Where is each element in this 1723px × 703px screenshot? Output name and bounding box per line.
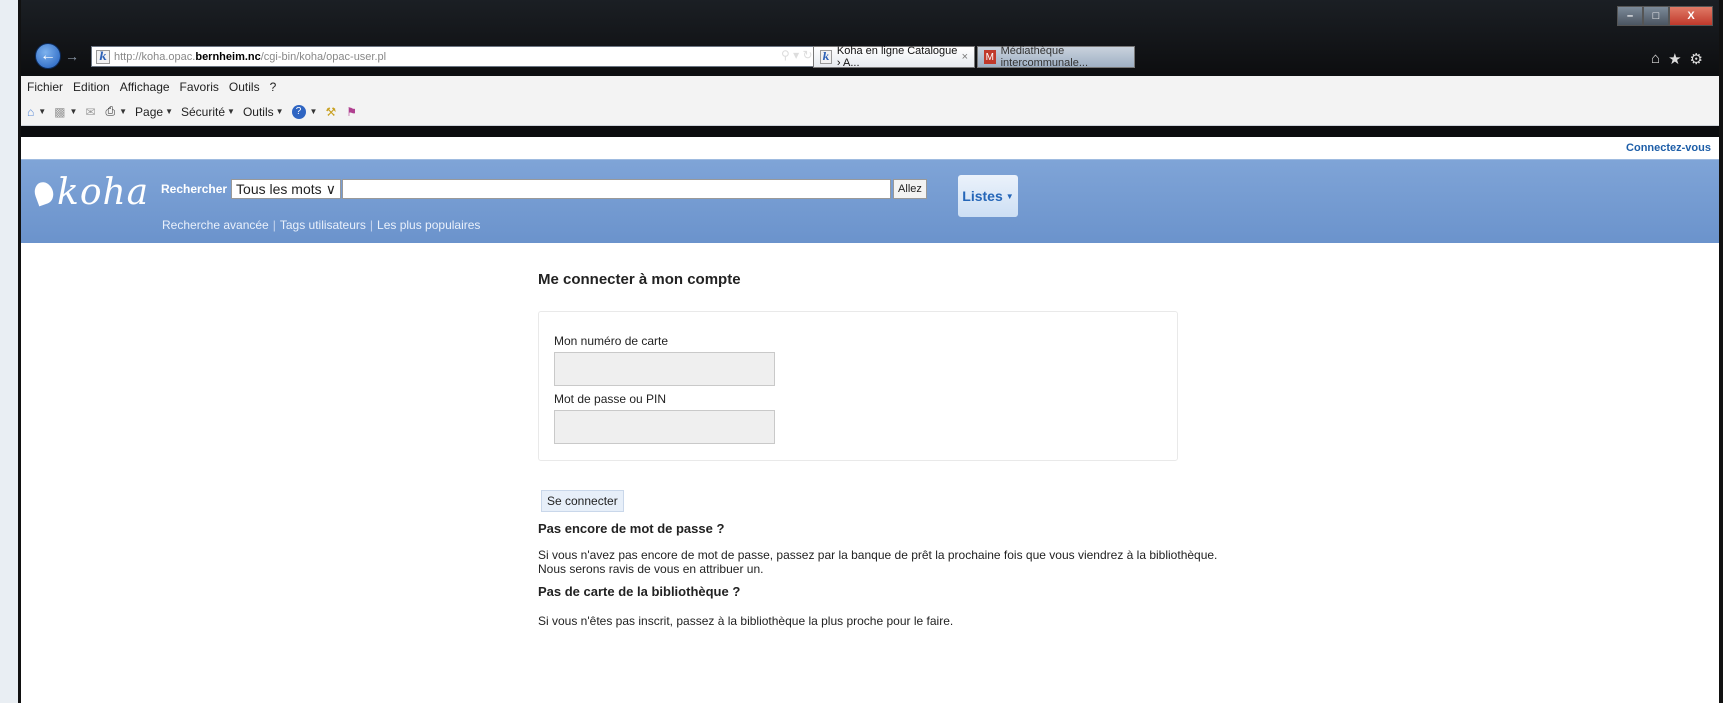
page-menu[interactable]: Page ▼ — [135, 105, 173, 119]
tab-label: Koha en ligne Catalogue › A... — [836, 45, 958, 69]
chevron-down-icon: ▼ — [275, 107, 284, 116]
research-icon: ⚒ — [325, 104, 337, 119]
lists-button[interactable]: Listes ▼ — [958, 175, 1018, 217]
login-strip: Connectez-vous — [21, 137, 1719, 159]
chevron-down-icon: ▼ — [165, 107, 173, 116]
no-card-heading: Pas de carte de la bibliothèque ? — [538, 584, 741, 599]
menu-bar: Fichier Edition Affichage Favoris Outils… — [21, 76, 1719, 98]
chevron-down-icon: ▼ — [119, 107, 128, 116]
separator: | — [369, 218, 374, 232]
menu-edition[interactable]: Edition — [73, 80, 110, 94]
refresh-icon[interactable]: ↻ — [803, 48, 813, 62]
koha-favicon-icon: k — [820, 50, 832, 64]
address-bar[interactable]: k http://koha.opac. bernheim.nc/cgi-bin/k… — [91, 46, 831, 67]
no-card-text: Si vous n'êtes pas inscrit, passez à la … — [538, 614, 954, 628]
help-cmd[interactable]: ? ▼ — [291, 104, 318, 119]
tools-menu[interactable]: Outils ▼ — [243, 105, 284, 119]
security-menu[interactable]: Sécurité ▼ — [181, 105, 235, 119]
home-cmd[interactable]: ⌂ ▼ — [27, 105, 46, 119]
search-input[interactable] — [342, 179, 892, 199]
tab-mediatheque[interactable]: M Médiathèque intercommunale... — [977, 45, 1135, 69]
advanced-search-link[interactable]: Recherche avancée — [162, 218, 269, 232]
address-path: /cgi-bin/koha/opac-user.pl — [260, 50, 387, 63]
feeds-cmd[interactable]: ▩ ▼ — [54, 105, 77, 119]
forward-icon[interactable]: → — [65, 48, 79, 64]
search-icon[interactable]: ⚲ — [781, 48, 790, 62]
most-popular-link[interactable]: Les plus populaires — [377, 218, 480, 232]
tools-menu-label: Outils — [242, 104, 274, 119]
login-link[interactable]: Connectez-vous — [1626, 142, 1711, 154]
password-label: Mot de passe ou PIN — [554, 392, 667, 406]
koha-masthead: koha Rechercher Tous les mots ∨ Allez Li… — [21, 159, 1719, 243]
back-icon[interactable]: ← — [35, 43, 61, 69]
no-password-text-2: Nous serons ravis de vous en attribuer u… — [538, 562, 764, 576]
sub-links: Recherche avancée | Tags utilisateurs | … — [162, 218, 484, 232]
login-box: Mon numéro de carte Mot de passe ou PIN — [538, 311, 1178, 461]
user-tags-link[interactable]: Tags utilisateurs — [280, 218, 366, 232]
chevron-down-icon: ▼ — [309, 107, 318, 116]
chevron-down-icon: ▼ — [69, 107, 78, 116]
mail-cmd[interactable]: ✉ — [85, 105, 97, 119]
no-password-heading: Pas encore de mot de passe ? — [538, 521, 725, 536]
chevron-down-icon: ▼ — [227, 107, 235, 116]
research-cmd[interactable]: ⚒ — [325, 105, 338, 119]
address-tools: ⚲ ▾ ↻ — [781, 48, 813, 62]
close-window-button[interactable]: X — [1669, 6, 1713, 26]
page-title: Me connecter à mon compte — [538, 271, 741, 288]
dropdown-arrow-icon[interactable]: ▾ — [793, 48, 799, 62]
login-button[interactable]: Se connecter — [541, 490, 624, 512]
translate-cmd[interactable]: ⚑ — [346, 105, 359, 119]
print-icon: ⎙ — [105, 104, 116, 118]
navigation-row: ← → k http://koha.opac. bernheim.nc/cgi-b… — [21, 42, 1719, 70]
chevron-down-icon: ▼ — [1005, 191, 1014, 201]
address-prefix: http://koha.opac. — [114, 50, 196, 63]
tab-koha-catalogue[interactable]: k Koha en ligne Catalogue › A... × — [813, 45, 975, 69]
card-number-field[interactable] — [554, 352, 775, 386]
menu-fichier[interactable]: Fichier — [27, 80, 63, 94]
gear-icon[interactable]: ⚙ — [1690, 50, 1703, 68]
search-row: Rechercher Tous les mots ∨ Allez — [161, 179, 927, 199]
close-tab-icon[interactable]: × — [962, 51, 968, 63]
address-host: bernheim.nc — [195, 50, 261, 63]
logo-text: koha — [57, 172, 150, 213]
maximize-button[interactable]: □ — [1643, 6, 1669, 26]
command-bar: ⌂ ▼ ▩ ▼ ✉ ⎙ ▼ Page ▼ Sécurité ▼ Outils ▼ ? ▼ ⚒ … — [21, 98, 1719, 126]
separator: | — [272, 218, 276, 232]
favorites-star-icon[interactable]: ★ — [1668, 50, 1681, 68]
browser-right-icons: ⌂ ★ ⚙ — [1651, 50, 1703, 68]
leaf-icon — [31, 179, 57, 206]
browser-window: – □ X ← → k http://koha.opac. bernheim.nc… — [18, 0, 1723, 703]
no-password-text-1: Si vous n'avez pas encore de mot de pass… — [538, 548, 1218, 562]
mail-icon: ✉ — [85, 104, 96, 119]
mediatheque-favicon-icon: M — [984, 50, 996, 64]
window-caption-buttons: – □ X — [1617, 6, 1713, 26]
minimize-button[interactable]: – — [1617, 6, 1643, 26]
card-number-label: Mon numéro de carte — [554, 334, 669, 348]
security-menu-label: Sécurité — [180, 104, 226, 119]
login-content: Me connecter à mon compte Mon numéro de … — [538, 271, 1217, 628]
menu-affichage[interactable]: Affichage — [120, 80, 170, 94]
search-label: Rechercher — [161, 182, 228, 196]
menu-favoris[interactable]: Favoris — [180, 80, 219, 94]
print-cmd[interactable]: ⎙ ▼ — [106, 104, 128, 119]
go-button[interactable]: Allez — [893, 179, 927, 199]
chevron-down-icon: ∨ — [325, 180, 337, 197]
koha-logo[interactable]: koha — [31, 172, 150, 213]
home-icon[interactable]: ⌂ — [1651, 50, 1660, 68]
feed-icon: ▩ — [54, 104, 66, 119]
page-menu-label: Page — [135, 104, 164, 119]
menu-help[interactable]: ? — [270, 80, 277, 94]
lists-label: Listes — [962, 188, 1003, 204]
menu-outils[interactable]: Outils — [229, 80, 260, 94]
search-scope-select[interactable]: Tous les mots ∨ — [231, 179, 342, 199]
tab-label: Médiathèque intercommunale... — [1000, 45, 1089, 69]
web-page: Connectez-vous koha Rechercher Tous les … — [21, 137, 1719, 703]
translate-icon: ⚑ — [346, 104, 357, 119]
koha-favicon-icon: k — [96, 49, 110, 64]
search-scope-value: Tous les mots — [236, 181, 322, 197]
help-icon: ? — [291, 104, 306, 119]
password-field[interactable] — [554, 410, 775, 444]
chevron-down-icon: ▼ — [38, 107, 47, 116]
home-icon: ⌂ — [27, 104, 35, 119]
